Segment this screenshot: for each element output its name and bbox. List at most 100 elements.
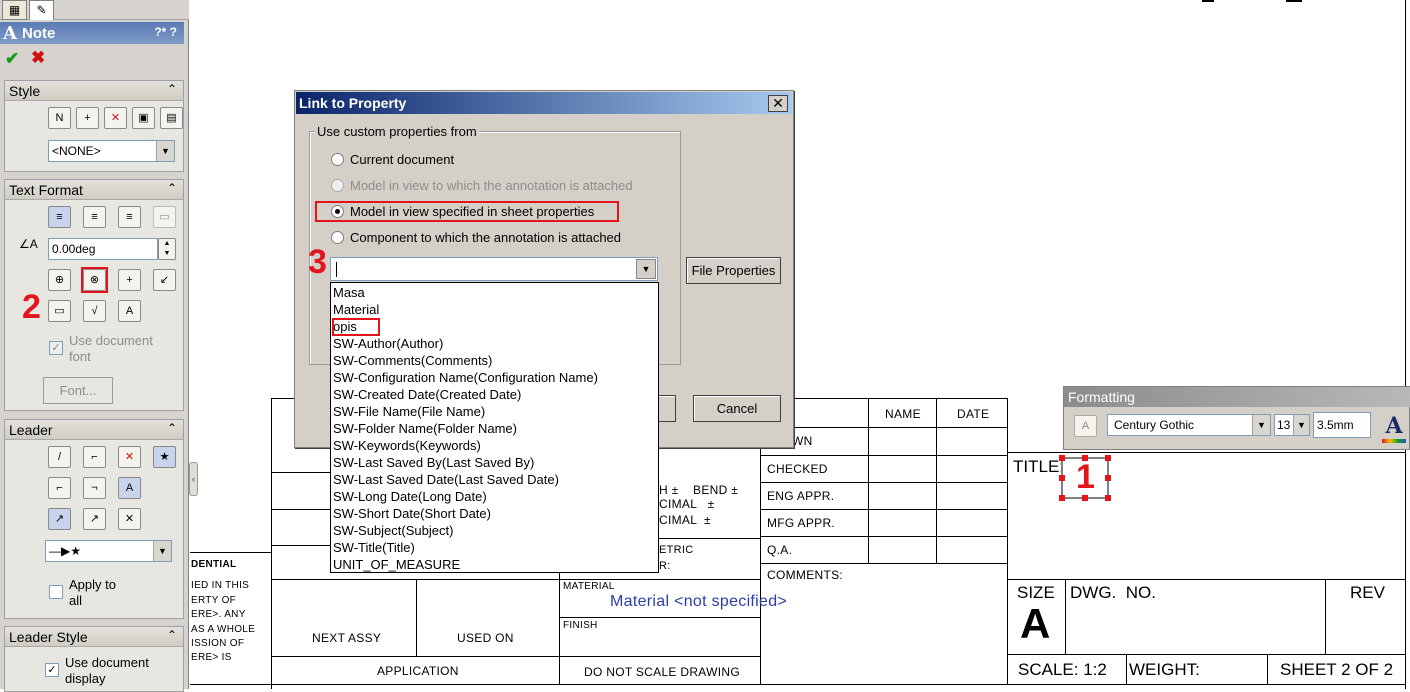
formatting-title-bar[interactable]: Formatting xyxy=(1064,387,1410,407)
style-new-icon[interactable]: N xyxy=(48,107,71,129)
collapse-icon[interactable]: ⌃ xyxy=(167,82,177,96)
list-item[interactable]: SW-Configuration Name(Configuration Name… xyxy=(333,369,598,386)
chevron-down-icon[interactable]: ▼ xyxy=(1293,415,1309,435)
leader-style-header-bar[interactable]: Leader Style ⌃ xyxy=(5,627,183,647)
file-properties-button[interactable]: File Properties xyxy=(686,257,781,284)
leader-straight-icon[interactable]: / xyxy=(48,446,71,468)
use-document-display-checkbox[interactable]: ✓ xyxy=(45,663,59,677)
list-item[interactable]: SW-Last Saved Date(Last Saved Date) xyxy=(333,471,559,488)
help-icon[interactable]: ?* ? xyxy=(154,25,177,39)
style-delete-icon[interactable]: ✕ xyxy=(104,107,127,129)
tb-date: DATE xyxy=(957,407,990,421)
align-left-icon[interactable]: ≡ xyxy=(48,206,71,228)
custom-properties-legend: Use custom properties from xyxy=(315,124,479,139)
list-item[interactable]: UNIT_OF_MEASURE xyxy=(333,556,460,573)
pm-tabs: ▦ ✎ xyxy=(0,0,189,20)
list-item[interactable]: SW-Comments(Comments) xyxy=(333,352,492,369)
style-select[interactable]: <NONE> ▼ xyxy=(48,140,175,162)
leader-nearest-icon[interactable]: A xyxy=(118,477,141,499)
panel-splitter-handle[interactable]: ‹ xyxy=(189,462,198,496)
use-document-font-checkbox[interactable]: ✓ xyxy=(49,341,63,355)
radio-current-document[interactable] xyxy=(331,153,344,166)
list-item[interactable]: SW-Created Date(Created Date) xyxy=(333,386,521,403)
datum-feature-icon[interactable]: A xyxy=(118,300,141,322)
list-item[interactable]: SW-Long Date(Long Date) xyxy=(333,488,487,505)
radio-component-attached[interactable] xyxy=(331,231,344,244)
font-color-icon[interactable]: A xyxy=(1380,413,1408,443)
style-load-icon[interactable]: ▤ xyxy=(160,107,183,129)
chevron-down-icon[interactable]: ▼ xyxy=(636,259,656,279)
angle-spinner[interactable]: ▲ ▼ xyxy=(158,238,176,260)
add-symbol-icon[interactable]: + xyxy=(118,269,141,291)
text-height-input[interactable]: 3.5mm xyxy=(1313,412,1371,438)
align-center-icon[interactable]: ≡ xyxy=(83,206,106,228)
list-item[interactable]: SW-Author(Author) xyxy=(333,335,443,352)
apply-to-all-checkbox[interactable] xyxy=(49,585,63,599)
tb-conf-line: ERTY OF xyxy=(191,595,237,606)
lock-symbol-icon[interactable]: ↙ xyxy=(153,269,176,291)
leader-style-b-icon[interactable]: ↗ xyxy=(83,508,106,530)
list-item[interactable]: SW-Title(Title) xyxy=(333,539,415,556)
link-hyperlink-icon[interactable]: ⊕ xyxy=(48,269,71,291)
angle-input[interactable]: 0.00deg xyxy=(48,238,158,260)
arrow-style-select[interactable]: —▶★ ▼ xyxy=(45,540,172,562)
font-select[interactable]: Century Gothic ▼ xyxy=(1107,414,1271,436)
leader-header-bar[interactable]: Leader ⌃ xyxy=(5,420,183,440)
pm-title: Note xyxy=(22,25,56,42)
leader-style-c-icon[interactable]: ✕ xyxy=(118,508,141,530)
arrow-style-icon: —▶★ xyxy=(49,544,81,558)
list-item[interactable]: SW-Keywords(Keywords) xyxy=(333,437,481,454)
chevron-down-icon[interactable]: ▼ xyxy=(156,141,174,161)
dialog-title-bar[interactable]: Link to Property ✕ xyxy=(296,92,792,114)
geometric-tolerance-icon[interactable]: ▭ xyxy=(48,300,71,322)
style-group-header[interactable]: Style ⌃ xyxy=(5,81,183,101)
tb-title-label: TITLE: xyxy=(1013,457,1065,476)
align-right-icon[interactable]: ≡ xyxy=(118,206,141,228)
formatting-title: Formatting xyxy=(1068,389,1135,405)
justify-icon: ▭ xyxy=(153,206,176,228)
list-item[interactable]: SW-File Name(File Name) xyxy=(333,403,485,420)
surface-finish-icon[interactable]: √ xyxy=(83,300,106,322)
style-add-icon[interactable]: + xyxy=(76,107,99,129)
list-item[interactable]: SW-Short Date(Short Date) xyxy=(333,505,491,522)
highlight-link-property xyxy=(81,267,108,293)
font-size-value: 13 xyxy=(1277,418,1291,432)
auto-leader-icon[interactable]: ★ xyxy=(153,446,176,468)
list-item[interactable]: Material xyxy=(333,301,379,318)
leader-bent-icon[interactable]: ⌐ xyxy=(83,446,106,468)
list-item[interactable]: Masa xyxy=(333,284,365,301)
font-size-select[interactable]: 13 ▼ xyxy=(1274,414,1310,436)
tb-conf-line: AS A WHOLE xyxy=(191,624,256,635)
tb-used-on: USED ON xyxy=(457,631,514,645)
font-button[interactable]: Font... xyxy=(43,377,113,404)
list-item[interactable]: SW-Last Saved By(Last Saved By) xyxy=(333,454,534,471)
list-item[interactable]: SW-Subject(Subject) xyxy=(333,522,453,539)
tb-material-value: Material <not specified> xyxy=(610,593,788,610)
collapse-icon[interactable]: ⌃ xyxy=(167,628,177,642)
chevron-down-icon[interactable]: ▼ xyxy=(153,541,171,561)
no-leader-icon[interactable]: ✕ xyxy=(118,446,141,468)
leader-style-a-icon[interactable]: ↗ xyxy=(48,508,71,530)
close-icon[interactable]: ✕ xyxy=(768,95,788,112)
style-save-icon[interactable]: ▣ xyxy=(132,107,155,129)
tb-r: R: xyxy=(659,560,671,572)
tb-name: NAME xyxy=(885,407,921,421)
font-value: Century Gothic xyxy=(1114,418,1195,432)
leader-left-icon[interactable]: ⌐ xyxy=(48,477,71,499)
property-combo[interactable]: ▼ xyxy=(330,257,658,281)
tb-conf-line: ERE> IS xyxy=(191,652,232,663)
leader-right-icon[interactable]: ¬ xyxy=(83,477,106,499)
tb-application: APPLICATION xyxy=(377,664,459,678)
property-manager-tab-icon[interactable]: ✎ xyxy=(29,0,54,20)
ok-button[interactable]: ✔ xyxy=(5,49,19,69)
list-item[interactable]: SW-Folder Name(Folder Name) xyxy=(333,420,517,437)
formatting-toolbar: Formatting A Century Gothic ▼ 13 ▼ 3.5mm… xyxy=(1063,386,1410,450)
cancel-x-button[interactable]: ✖ xyxy=(31,48,45,68)
dialog-cancel-button[interactable]: Cancel xyxy=(693,395,781,422)
collapse-icon[interactable]: ⌃ xyxy=(167,181,177,195)
leader-style-header: Leader Style xyxy=(9,629,88,645)
chevron-down-icon[interactable]: ▼ xyxy=(1252,415,1270,435)
text-format-header-bar[interactable]: Text Format ⌃ xyxy=(5,180,183,200)
feature-tree-tab-icon[interactable]: ▦ xyxy=(2,0,27,20)
collapse-icon[interactable]: ⌃ xyxy=(167,421,177,435)
